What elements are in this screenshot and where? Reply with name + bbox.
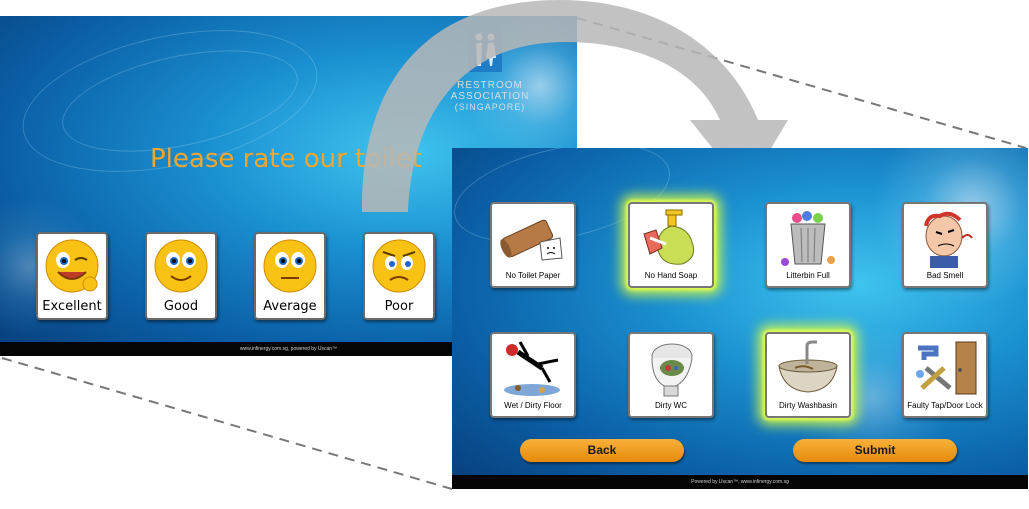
dirty-wc-icon xyxy=(651,343,693,397)
issue-label: Dirty Washbasin xyxy=(779,401,837,410)
issue-label: Dirty WC xyxy=(655,401,687,410)
issue-wet-dirty-floor-button[interactable]: Wet / Dirty Floor xyxy=(490,332,576,418)
washbasin-icon xyxy=(778,340,838,393)
issue-no-hand-soap-button[interactable]: No Hand Soap xyxy=(628,202,714,288)
faulty-tap-icon xyxy=(916,341,977,395)
issue-label: Faulty Tap/Door Lock xyxy=(907,401,983,410)
toilet-paper-icon xyxy=(500,219,563,261)
issue-dirty-washbasin-button[interactable]: Dirty Washbasin xyxy=(765,332,851,418)
issue-bad-smell-button[interactable]: Bad Smell xyxy=(902,202,988,288)
litterbin-icon xyxy=(781,211,835,266)
issue-label: Litterbin Full xyxy=(786,271,830,280)
issue-label: No Hand Soap xyxy=(644,271,698,280)
hand-soap-icon xyxy=(643,209,695,265)
issue-label: Bad Smell xyxy=(926,271,964,280)
submit-button[interactable]: Submit xyxy=(793,439,957,462)
issue-no-toilet-paper-button[interactable]: No Toilet Paper xyxy=(490,202,576,288)
wet-floor-icon xyxy=(504,341,560,396)
issue-label: No Toilet Paper xyxy=(505,271,561,280)
footer-bar: Powered by Uscan™, www.infinergy.com.sg xyxy=(452,475,1028,489)
bad-smell-icon xyxy=(924,211,973,268)
issue-dirty-wc-button[interactable]: Dirty WC xyxy=(628,332,714,418)
issue-label: Wet / Dirty Floor xyxy=(504,401,562,410)
back-button[interactable]: Back xyxy=(520,439,684,462)
issue-litterbin-full-button[interactable]: Litterbin Full xyxy=(765,202,851,288)
feedback-issue-screen: No Toilet Paper No Hand Soap Litterbin F… xyxy=(452,148,1028,489)
issue-faulty-tap-door-lock-button[interactable]: Faulty Tap/Door Lock xyxy=(902,332,988,418)
